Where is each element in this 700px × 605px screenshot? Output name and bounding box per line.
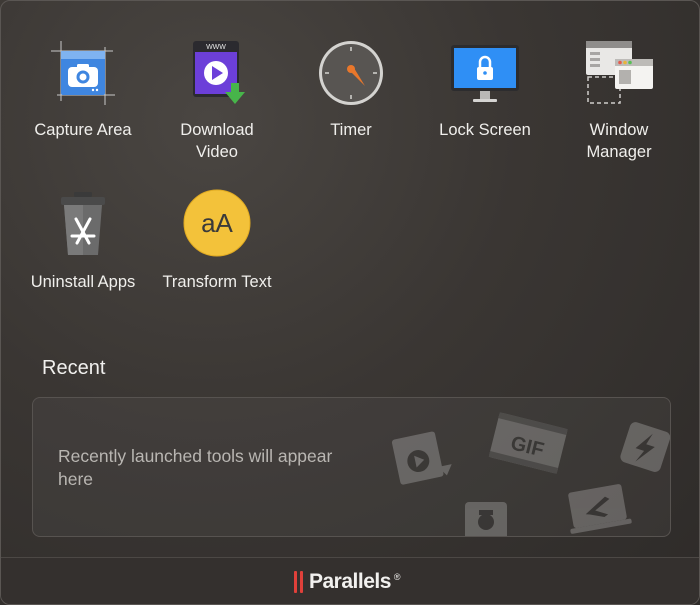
deco-flash-icon <box>620 422 670 472</box>
tool-label: Transform Text <box>162 273 272 291</box>
window-manager-icon <box>586 41 653 104</box>
transform-text-icon: aA <box>183 189 251 257</box>
tool-label: Lock Screen <box>439 121 531 139</box>
tool-timer[interactable]: Timer <box>286 37 416 141</box>
parallels-logo[interactable]: Parallels ® <box>294 570 401 594</box>
download-video-icon: WWW <box>193 41 245 104</box>
tool-capture-area[interactable]: Capture Area <box>18 37 148 141</box>
tool-label: Capture Area <box>34 121 132 139</box>
parallels-bars-icon <box>294 571 303 593</box>
recent-empty-message: Recently launched tools will appear here <box>58 446 333 489</box>
footer: Parallels ® <box>1 557 699 604</box>
lock-screen-icon <box>451 45 519 102</box>
trash-app-icon <box>61 192 105 255</box>
deco-gif-icon: GIF <box>488 412 568 474</box>
timer-icon <box>319 41 383 105</box>
deco-camera-icon <box>465 502 507 536</box>
transform-text-glyph: aA <box>201 208 233 238</box>
download-banner-text: WWW <box>206 44 226 51</box>
tool-label: Uninstall Apps <box>30 273 136 291</box>
tool-transform-text[interactable]: aA Transform Text <box>152 189 282 293</box>
tool-lock-screen[interactable]: Lock Screen <box>420 37 550 141</box>
tool-label: Window Manager <box>586 121 652 161</box>
toolbox-window: Capture Area WWW Download Video Timer Lo… <box>0 0 700 605</box>
tool-label: Timer <box>330 121 372 139</box>
recent-panel: Recently launched tools will appear here… <box>32 397 671 537</box>
brand-name: Parallels <box>309 570 391 593</box>
deco-airplane-icon <box>568 484 632 534</box>
tool-uninstall-apps[interactable]: Uninstall Apps <box>18 189 148 293</box>
camera-screenshot-icon <box>51 41 115 105</box>
recent-section-title: Recent <box>42 357 106 379</box>
tool-download-video[interactable]: WWW Download Video <box>152 37 282 163</box>
brand-registered-mark: ® <box>393 572 401 582</box>
tool-window-manager[interactable]: Window Manager <box>554 37 684 163</box>
tool-label: Download Video <box>180 121 254 161</box>
deco-video-icon <box>391 431 452 485</box>
